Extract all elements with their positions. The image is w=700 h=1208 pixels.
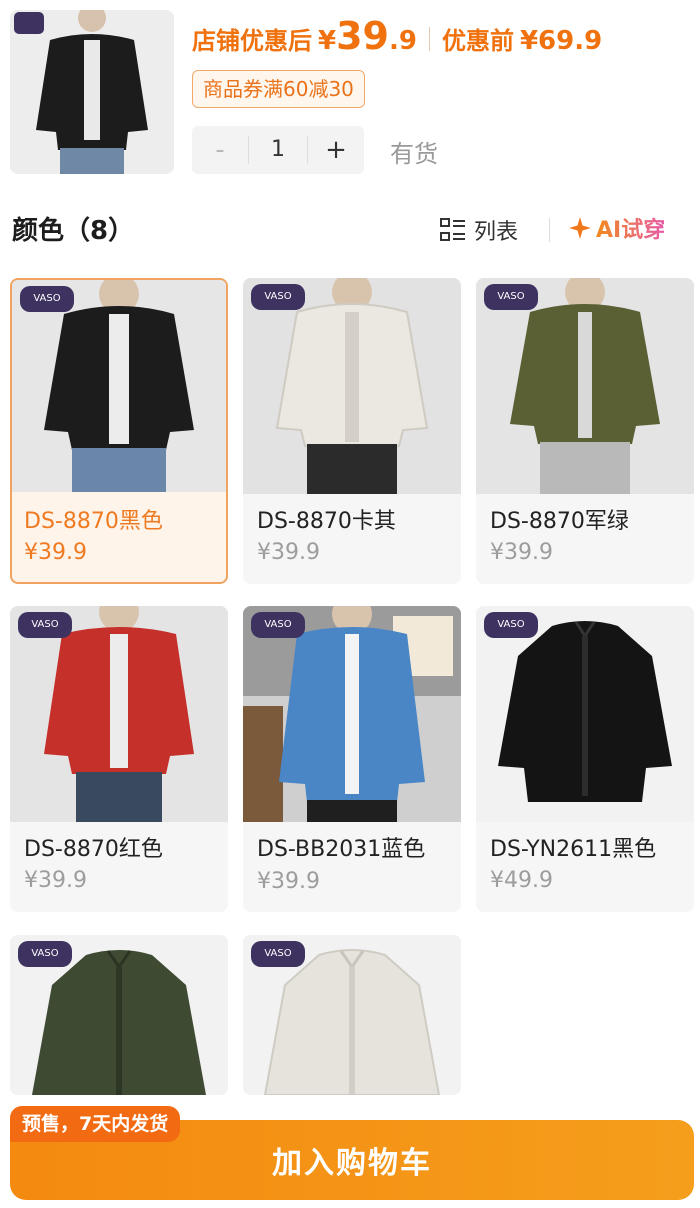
header-divider bbox=[549, 218, 550, 242]
variant-card-blue[interactable]: VASO DS-BB2031蓝色 ¥39.9 bbox=[243, 606, 461, 912]
variant-image: VASO bbox=[10, 935, 228, 1095]
before-price: ¥69.9 bbox=[519, 26, 603, 56]
variant-price: ¥39.9 bbox=[490, 540, 553, 565]
ai-try-on-button[interactable]: AI试穿 bbox=[568, 212, 665, 244]
list-toggle-label: 列表 bbox=[474, 220, 519, 245]
before-discount-label: 优惠前 bbox=[441, 27, 514, 55]
variant-name: DS-BB2031蓝色 ¥39.9 bbox=[257, 834, 455, 898]
brand-tag: VASO bbox=[20, 286, 74, 312]
quantity-value[interactable]: 1 bbox=[248, 136, 308, 164]
variant-card-black[interactable]: VASO DS-8870黑色 ¥39.9 bbox=[10, 278, 228, 584]
brand-tag: VASO bbox=[251, 612, 305, 638]
variant-card-khaki[interactable]: VASO DS-8870卡其 ¥39.9 bbox=[243, 278, 461, 584]
variant-price: ¥49.9 bbox=[490, 868, 553, 893]
variant-image: VASO bbox=[243, 606, 461, 822]
currency-symbol: ¥ bbox=[318, 26, 337, 56]
variant-image: VASO bbox=[476, 278, 694, 494]
variant-image: VASO bbox=[10, 606, 228, 822]
brand-tag: VASO bbox=[18, 612, 72, 638]
product-summary: 店铺优惠后 ¥ 39 .9 优惠前 ¥69.9 商品券满60减30 - 1 + … bbox=[0, 0, 700, 190]
variant-image: VASO bbox=[243, 278, 461, 494]
brand-tag: VASO bbox=[251, 284, 305, 310]
ai-try-on-label: AI试穿 bbox=[596, 212, 665, 244]
variant-image: VASO bbox=[476, 606, 694, 822]
price-line: 店铺优惠后 ¥ 39 .9 优惠前 ¥69.9 bbox=[192, 14, 602, 64]
red-jacket-photo bbox=[10, 606, 228, 822]
variant-name-text: DS-BB2031蓝色 bbox=[257, 837, 426, 862]
price-integer: 39 bbox=[336, 14, 389, 58]
price-decimal: .9 bbox=[388, 26, 417, 56]
variant-name: DS-YN2611黑色 bbox=[490, 837, 657, 862]
black-jacket-photo bbox=[10, 10, 174, 174]
olive-jacket-photo bbox=[476, 278, 694, 494]
brand-tag: VASO bbox=[251, 941, 305, 967]
after-discount-label: 店铺优惠后 bbox=[192, 27, 312, 55]
variant-name: DS-8870军绿 bbox=[490, 509, 629, 534]
price-divider bbox=[428, 27, 430, 51]
list-icon bbox=[440, 218, 465, 241]
brand-tag: VASO bbox=[484, 612, 538, 638]
stock-status: 有货 bbox=[390, 140, 438, 168]
variant-card-black-yn2611[interactable]: VASO DS-YN2611黑色 ¥49.9 bbox=[476, 606, 694, 912]
decrease-button[interactable]: - bbox=[192, 126, 248, 174]
color-section-title: 颜色（8） bbox=[12, 216, 135, 246]
variant-price: ¥39.9 bbox=[257, 869, 320, 894]
variant-card-red[interactable]: VASO DS-8870红色 ¥39.9 bbox=[10, 606, 228, 912]
variant-name: DS-8870卡其 bbox=[257, 509, 396, 534]
sparkle-icon bbox=[569, 217, 591, 239]
variant-price: ¥39.9 bbox=[24, 868, 87, 893]
variant-name: DS-8870红色 bbox=[24, 837, 163, 862]
variant-image: VASO bbox=[12, 280, 226, 492]
add-to-cart-label: 加入购物车 bbox=[272, 1146, 432, 1181]
product-thumbnail[interactable] bbox=[10, 10, 174, 174]
variant-card-white[interactable]: VASO bbox=[243, 935, 461, 1095]
brand-tag: VASO bbox=[484, 284, 538, 310]
variant-price: ¥39.9 bbox=[257, 540, 320, 565]
variant-card-green[interactable]: VASO bbox=[10, 935, 228, 1095]
brand-tag: VASO bbox=[18, 941, 72, 967]
variant-price: ¥39.9 bbox=[24, 540, 87, 565]
variant-name: DS-8870黑色 bbox=[24, 509, 163, 534]
variant-image: VASO bbox=[243, 935, 461, 1095]
variant-card-olive[interactable]: VASO DS-8870军绿 ¥39.9 bbox=[476, 278, 694, 584]
blue-jacket-photo bbox=[243, 606, 461, 822]
black-jacket-flat-photo bbox=[476, 606, 694, 822]
increase-button[interactable]: + bbox=[308, 126, 364, 174]
presale-badge: 预售，7天内发货 bbox=[10, 1106, 181, 1142]
quantity-stepper: - 1 + bbox=[192, 126, 364, 174]
khaki-jacket-photo bbox=[243, 278, 461, 494]
coupon-badge[interactable]: 商品券满60减30 bbox=[192, 70, 365, 108]
list-view-toggle[interactable]: 列表 bbox=[440, 214, 518, 246]
